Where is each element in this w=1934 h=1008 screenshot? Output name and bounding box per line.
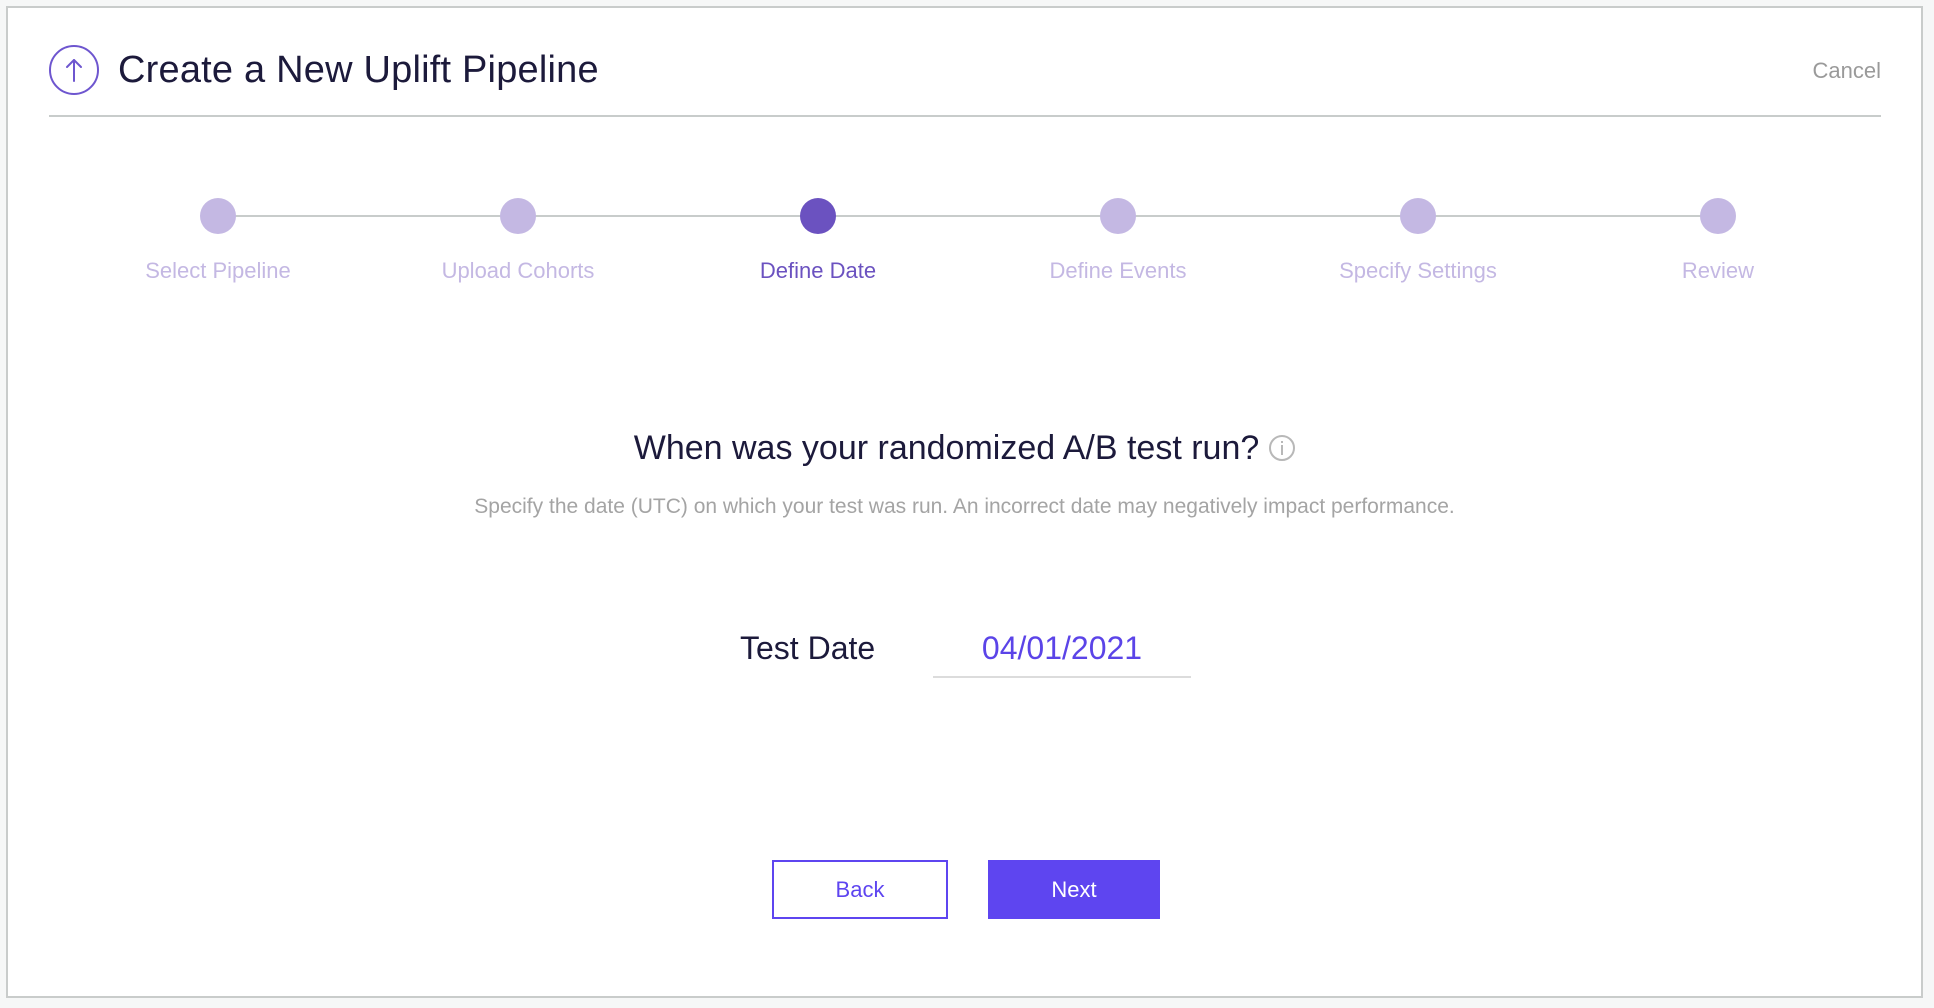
step-dot — [1400, 198, 1436, 234]
step-dot — [1100, 198, 1136, 234]
step-define-events[interactable]: Define Events — [988, 198, 1248, 284]
step-upload-cohorts[interactable]: Upload Cohorts — [388, 198, 648, 284]
back-button[interactable]: Back — [772, 860, 948, 919]
test-date-row: Test Date — [8, 618, 1921, 698]
step-dot — [500, 198, 536, 234]
next-button[interactable]: Next — [988, 860, 1160, 919]
step-dot-active — [800, 198, 836, 234]
step-define-date[interactable]: Define Date — [688, 198, 948, 284]
step-label: Define Date — [759, 258, 877, 283]
step-dot — [1700, 198, 1736, 234]
step-review[interactable]: Review — [1588, 198, 1848, 284]
question-title: When was your randomized A/B test run? — [633, 429, 1260, 467]
wizard-stepper: Select Pipeline Upload Cohorts Define Da… — [8, 8, 1921, 308]
pipeline-wizard-card: Create a New Uplift Pipeline Cancel Sele… — [6, 6, 1923, 998]
step-select-pipeline[interactable]: Select Pipeline — [88, 198, 348, 284]
test-date-input[interactable] — [933, 626, 1191, 678]
step-label: Define Events — [1049, 258, 1187, 283]
step-label: Select Pipeline — [145, 258, 291, 283]
info-circle-icon[interactable] — [1269, 435, 1296, 461]
step-dot — [200, 198, 236, 234]
test-date-label: Test Date — [740, 630, 876, 666]
step-specify-settings[interactable]: Specify Settings — [1288, 198, 1548, 284]
step-label: Specify Settings — [1339, 258, 1497, 283]
question-heading-row: When was your randomized A/B test run? — [8, 428, 1921, 468]
step-label: Upload Cohorts — [441, 258, 595, 283]
step-label: Review — [1681, 258, 1755, 283]
question-subtitle: Specify the date (UTC) on which your tes… — [474, 495, 1455, 518]
